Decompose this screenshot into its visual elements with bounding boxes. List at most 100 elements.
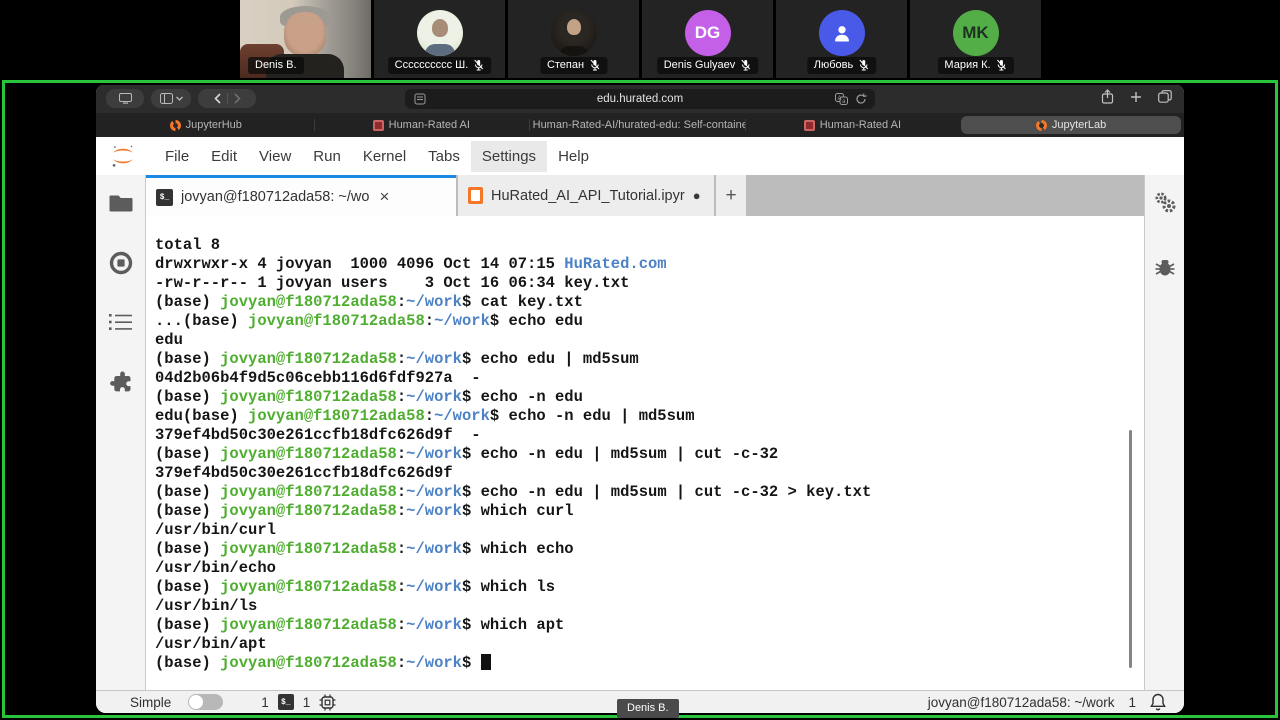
screen-icon <box>119 93 132 104</box>
terminal-output[interactable]: total 8drwxrwxr-x 4 jovyan 1000 4096 Oct… <box>146 216 1144 690</box>
menu-help[interactable]: Help <box>547 141 600 172</box>
terminal-line: -rw-r--r-- 1 jovyan users 3 Oct 16 06:34… <box>155 274 1124 293</box>
muted-mic-icon <box>473 59 484 72</box>
window-controls-button[interactable] <box>106 89 144 108</box>
address-bar[interactable]: edu.hurated.com aA <box>405 89 875 109</box>
terminal-line: edu(base) jovyan@f180712ada58:~/work$ ec… <box>155 407 1124 426</box>
sidebar-icon <box>160 93 173 104</box>
dock-tab-terminal[interactable]: $_ jovyan@f180712ada58: ~/wo × <box>146 175 456 216</box>
participant-name-tag: Мария К. <box>937 57 1013 74</box>
kernel-icon[interactable] <box>319 694 336 711</box>
debugger-icon[interactable] <box>1154 256 1176 278</box>
terminal-count[interactable]: 1 <box>261 695 269 710</box>
browser-tab-3[interactable]: Human-Rated-AI/hurated-edu: Self-contain… <box>529 113 745 137</box>
dock-tab-notebook[interactable]: HuRated_AI_API_Tutorial.ipyr ● <box>458 175 714 216</box>
participant-name-tag: Denis Gulyaev <box>657 57 759 74</box>
participant-tile[interactable]: Любовь <box>776 0 907 78</box>
terminal-line: (base) jovyan@f180712ada58:~/work$ <box>155 654 1124 673</box>
hurated-favicon <box>804 120 815 131</box>
participant-name: Степан <box>547 59 584 72</box>
dock-tab-title: HuRated_AI_API_Tutorial.ipyr <box>491 188 685 204</box>
terminal-line: (base) jovyan@f180712ada58:~/work$ which… <box>155 502 1124 521</box>
participant-tile[interactable]: DGDenis Gulyaev <box>642 0 773 78</box>
menu-settings[interactable]: Settings <box>471 141 547 172</box>
toggle-knob <box>189 695 203 709</box>
terminal-line: (base) jovyan@f180712ada58:~/work$ which… <box>155 616 1124 635</box>
kernel-count[interactable]: 1 <box>303 695 311 710</box>
unsaved-indicator-icon: ● <box>693 188 701 203</box>
menu-tabs[interactable]: Tabs <box>417 141 471 172</box>
translate-icon[interactable]: aA <box>835 93 848 105</box>
hurated-favicon <box>373 120 384 131</box>
file-browser-icon[interactable] <box>109 193 133 213</box>
terminal-line: ...(base) jovyan@f180712ada58:~/work$ ec… <box>155 312 1124 331</box>
avatar <box>551 10 597 56</box>
terminal-icon[interactable]: $_ <box>278 694 294 710</box>
terminal-line: /usr/bin/ls <box>155 597 1124 616</box>
participant-name: Denis B. <box>255 59 297 72</box>
browser-tab-title: Human-Rated-AI/hurated-edu: Self-contain… <box>533 119 745 131</box>
bell-icon[interactable] <box>1150 693 1166 711</box>
url-text: edu.hurated.com <box>597 93 683 105</box>
notebook-icon <box>468 187 483 204</box>
jupyter-favicon <box>1036 120 1047 131</box>
participant-tile[interactable]: Cccccccccc Ш. <box>374 0 505 78</box>
left-sidebar <box>96 175 145 690</box>
notification-count[interactable]: 1 <box>1128 695 1136 710</box>
browser-tab-title: JupyterLab <box>1052 119 1106 131</box>
participant-tile[interactable]: Степан <box>508 0 639 78</box>
terminal-line: drwxrwxr-x 4 jovyan 1000 4096 Oct 14 07:… <box>155 255 1124 274</box>
participant-strip: Denis B. Cccccccccc Ш. Степан DGDenis Gulya… <box>240 0 1041 78</box>
running-sessions-icon[interactable] <box>109 251 133 275</box>
reader-icon <box>414 93 426 105</box>
avatar: DG <box>685 10 731 56</box>
menu-view[interactable]: View <box>248 141 302 172</box>
session-path-label[interactable]: jovyan@f180712ada58: ~/work <box>928 695 1115 710</box>
browser-tab-5[interactable]: JupyterLab <box>961 116 1181 134</box>
terminal-line: 379ef4bd50c30e261ccfb18dfc626d9f <box>155 464 1124 483</box>
browser-tab-title: JupyterHub <box>186 119 242 131</box>
avatar <box>417 10 463 56</box>
sidebar-toggle-button[interactable] <box>151 89 191 108</box>
terminal-line: edu <box>155 331 1124 350</box>
new-tab-icon[interactable] <box>1130 91 1142 103</box>
menu-run[interactable]: Run <box>302 141 352 172</box>
share-icon[interactable] <box>1101 89 1114 104</box>
jupyter-favicon <box>170 120 181 131</box>
simple-mode-toggle[interactable] <box>188 694 223 710</box>
extensions-icon[interactable] <box>109 369 133 393</box>
browser-tab-2[interactable]: Human-Rated AI <box>314 113 530 137</box>
close-icon[interactable]: × <box>379 187 389 207</box>
person-icon <box>831 22 853 44</box>
browser-tab-title: Human-Rated AI <box>820 119 901 131</box>
browser-toolbar: edu.hurated.com aA <box>96 85 1184 113</box>
terminal-line: total 8 <box>155 236 1124 255</box>
terminal-line: 04d2b06b4f9d5c06cebb116d6fdf927a - <box>155 369 1124 388</box>
new-launcher-button[interactable]: + <box>716 175 746 216</box>
reload-icon[interactable] <box>855 93 867 105</box>
muted-mic-icon <box>996 59 1007 72</box>
terminal-line: (base) jovyan@f180712ada58:~/work$ echo … <box>155 350 1124 369</box>
participant-tile[interactable]: Denis B. <box>240 0 371 78</box>
terminal-line: (base) jovyan@f180712ada58:~/work$ which… <box>155 578 1124 597</box>
property-inspector-icon[interactable] <box>1152 190 1178 216</box>
forward-icon[interactable] <box>234 93 241 104</box>
terminal-line: 379ef4bd50c30e261ccfb18dfc626d9f - <box>155 426 1124 445</box>
back-icon[interactable] <box>214 93 221 104</box>
terminal-line: (base) jovyan@f180712ada58:~/work$ cat k… <box>155 293 1124 312</box>
browser-tab-4[interactable]: Human-Rated AI <box>745 113 961 137</box>
menu-bar-items: FileEditViewRunKernelTabsSettingsHelp <box>154 141 600 172</box>
tab-overview-icon[interactable] <box>1158 90 1172 103</box>
menu-kernel[interactable]: Kernel <box>352 141 417 172</box>
terminal-line: (base) jovyan@f180712ada58:~/work$ echo … <box>155 388 1124 407</box>
terminal-line: (base) jovyan@f180712ada58:~/work$ echo … <box>155 445 1124 464</box>
terminal-icon: $_ <box>156 189 173 206</box>
terminal-scrollbar[interactable] <box>1129 430 1132 668</box>
browser-tab-1[interactable]: JupyterHub <box>98 113 314 137</box>
table-of-contents-icon[interactable] <box>109 313 133 331</box>
participant-name-tag: Denis B. <box>248 57 304 74</box>
participant-name-tag: Любовь <box>807 57 876 74</box>
menu-file[interactable]: File <box>154 141 200 172</box>
menu-edit[interactable]: Edit <box>200 141 248 172</box>
participant-tile[interactable]: MKМария К. <box>910 0 1041 78</box>
